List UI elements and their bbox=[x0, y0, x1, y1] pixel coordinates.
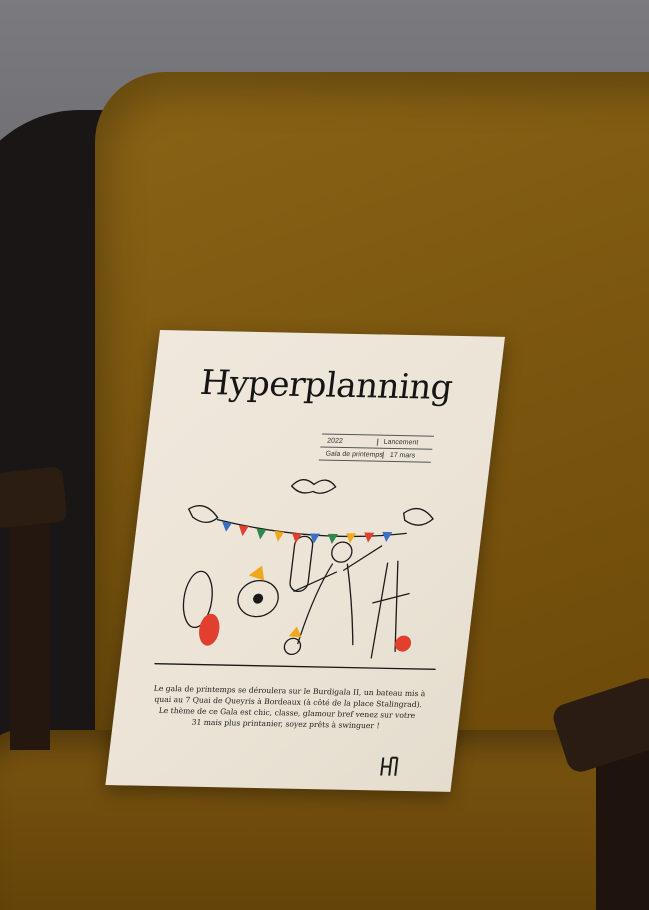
small-bird-icon bbox=[283, 637, 302, 656]
poster-title: Hyperplanning bbox=[197, 362, 455, 408]
photo-scene: Hyperplanning 2022 Lancement Gala de pri… bbox=[0, 0, 649, 910]
bird-top-icon bbox=[290, 479, 337, 494]
bird-right-icon bbox=[402, 507, 434, 526]
creature-eye-icon bbox=[253, 593, 264, 604]
info-event: Gala de printemps bbox=[325, 450, 384, 459]
bird-left-icon bbox=[187, 505, 219, 524]
info-table: 2022 Lancement Gala de printemps 17 mars bbox=[318, 433, 434, 463]
left-armrest-post bbox=[10, 520, 50, 750]
poster-description: Le gala de printemps se déroulera sur le… bbox=[134, 682, 440, 732]
info-date: 17 mars bbox=[382, 451, 433, 460]
cello-icon bbox=[199, 613, 220, 646]
dancer-head-icon bbox=[331, 541, 353, 563]
bunting-flags bbox=[222, 521, 393, 544]
party-illustration bbox=[154, 479, 436, 670]
left-armrest bbox=[0, 466, 68, 529]
info-row: Gala de printemps 17 mars bbox=[318, 447, 433, 463]
hyperplanning-logo-icon bbox=[380, 756, 399, 776]
info-year: 2022 bbox=[326, 437, 344, 445]
worm-creature-icon bbox=[289, 535, 314, 593]
red-ball-icon bbox=[394, 635, 412, 652]
info-launch: Lancement bbox=[376, 438, 434, 447]
small-party-hat-icon bbox=[288, 626, 302, 638]
party-hat-icon bbox=[248, 565, 265, 581]
ground-line bbox=[154, 663, 436, 670]
right-armrest-post bbox=[596, 740, 649, 910]
poster: Hyperplanning 2022 Lancement Gala de pri… bbox=[105, 330, 506, 792]
